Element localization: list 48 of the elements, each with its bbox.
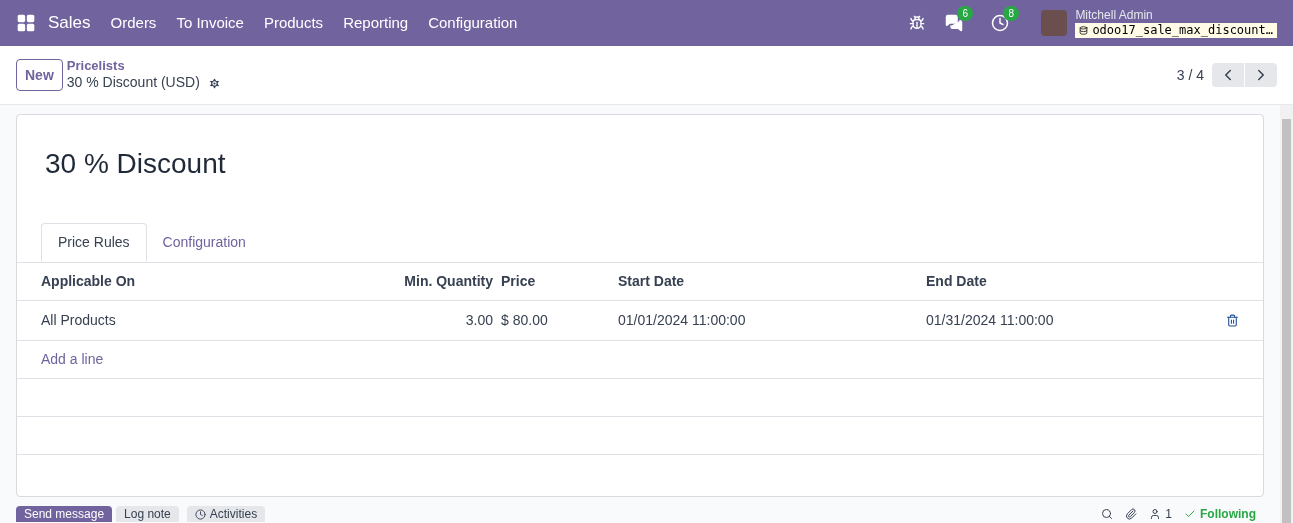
menu-item[interactable]: Products (263, 11, 324, 35)
clock-icon[interactable] (991, 14, 1010, 32)
table-cell-text: 01/31/2024 11:00:00 (926, 311, 1055, 330)
next-button[interactable] (1245, 63, 1277, 87)
following-button[interactable]: Following (1184, 505, 1256, 523)
search-icon[interactable] (1101, 508, 1114, 520)
database-icon (1079, 26, 1089, 35)
table-cell-text: 01/01/2024 11:00:00 (618, 311, 747, 330)
previous-button[interactable] (1212, 63, 1244, 87)
column-header: Price (501, 272, 537, 291)
pricelist-title: 30 % Discount (45, 147, 227, 181)
database-name: odoo17_sale_max_discount… (1075, 23, 1277, 38)
table-cell-text: 3.00 (464, 311, 494, 330)
followers-button[interactable]: 1 (1149, 505, 1172, 523)
activities-button[interactable]: Activities (186, 506, 266, 522)
settings-icon[interactable] (207, 76, 221, 90)
clock-icon (194, 508, 206, 520)
menu-item[interactable]: To Invoice (176, 11, 244, 35)
table-cell-text: $ 80.00 (501, 311, 549, 330)
breadcrumb-link[interactable]: Pricelists (66, 58, 221, 75)
column-header: Start Date (618, 272, 686, 291)
pager-value: 3 / 4 (1176, 65, 1204, 85)
apps-menu-icon[interactable] (16, 13, 36, 33)
send-message-button[interactable]: Send message (16, 506, 113, 522)
log-note-button[interactable]: Log note (116, 506, 179, 522)
new-button[interactable]: New (16, 59, 63, 91)
column-header: End Date (926, 272, 988, 291)
tab[interactable]: Price Rules (41, 223, 147, 262)
menu-item[interactable]: Configuration (428, 11, 518, 35)
paperclip-icon[interactable] (1125, 508, 1138, 520)
menu-item[interactable]: Orders (110, 11, 157, 35)
column-header: Applicable On (41, 272, 137, 291)
chat-icon[interactable] (945, 14, 964, 32)
delete-icon[interactable] (1226, 314, 1239, 327)
tab[interactable]: Configuration (146, 223, 262, 262)
table-cell-text: All Products (41, 311, 117, 330)
user-name: Mitchell Admin (1075, 8, 1154, 23)
record-name: 30 % Discount (USD) (66, 74, 200, 92)
debug-icon[interactable] (909, 15, 926, 31)
column-header: Min. Quantity (403, 272, 494, 291)
menu-item[interactable]: Reporting (343, 11, 409, 35)
person-icon (1149, 508, 1162, 520)
app-name[interactable]: Sales (48, 10, 91, 36)
scrollbar[interactable] (1280, 105, 1293, 523)
activity-count: 8 (1003, 6, 1019, 21)
add-line-link[interactable]: Add a line (41, 349, 104, 370)
check-icon (1184, 508, 1196, 520)
message-count: 6 (957, 6, 973, 21)
